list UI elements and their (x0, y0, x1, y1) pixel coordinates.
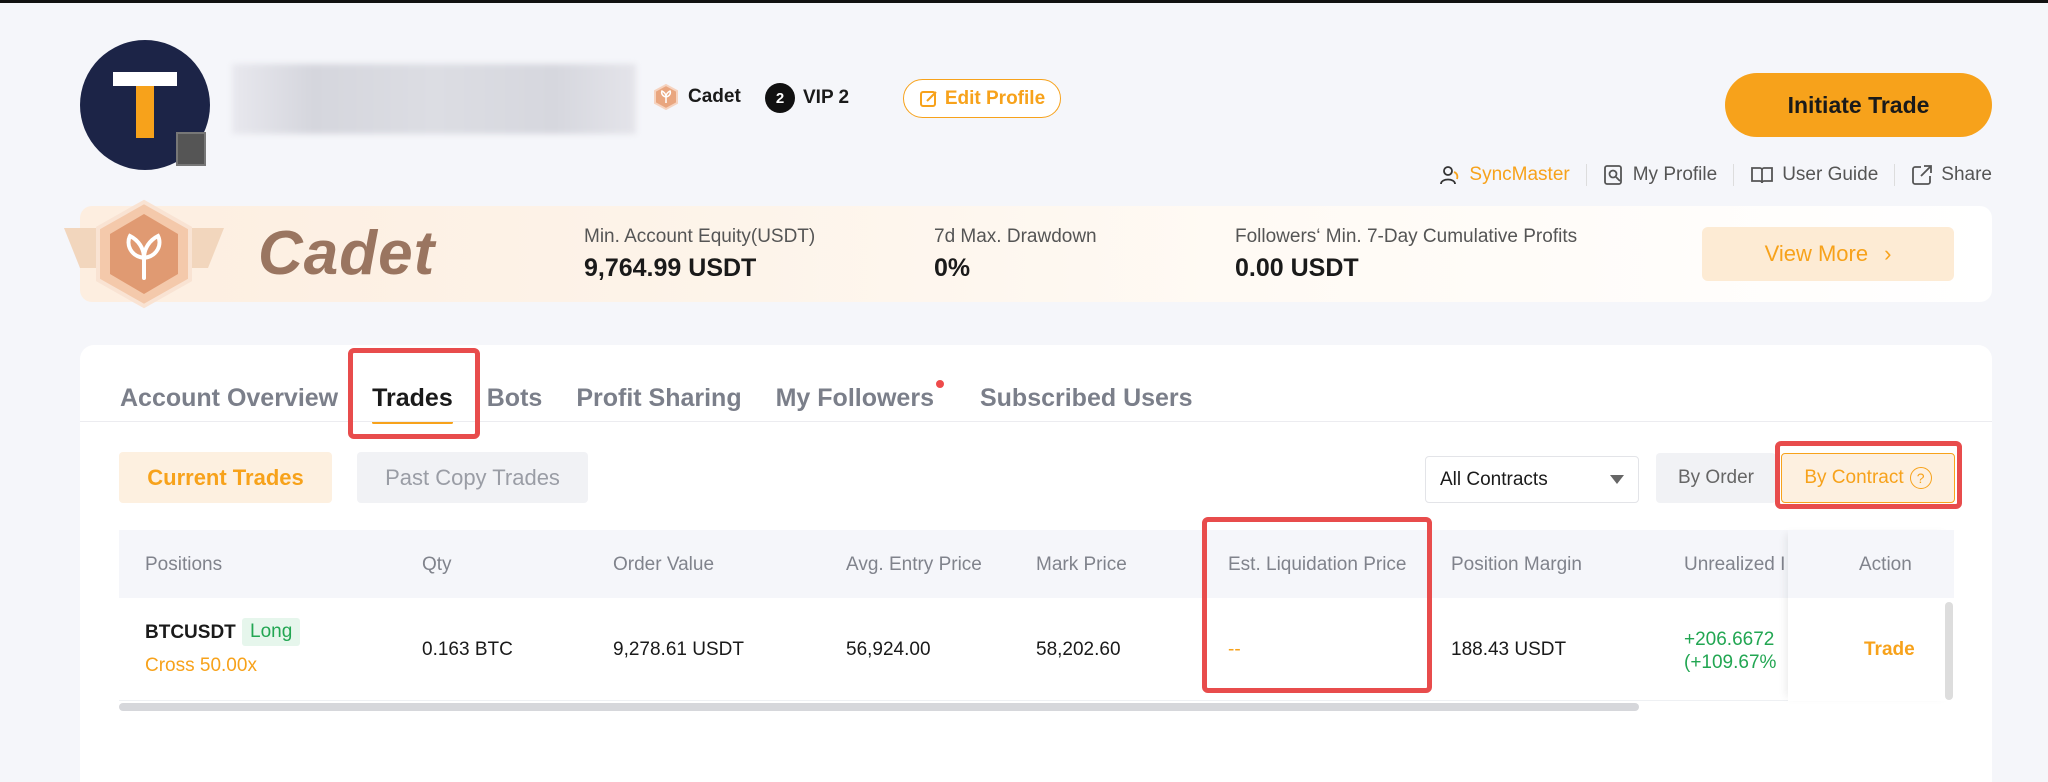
position-symbol[interactable]: BTCUSDT (145, 622, 236, 644)
th-position-margin: Position Margin (1451, 554, 1582, 575)
caret-down-icon (1610, 475, 1624, 484)
stat-max-drawdown: 7d Max. Drawdown 0% (934, 226, 1097, 282)
vip-label: VIP 2 (803, 87, 850, 108)
cadet-emblem-icon (64, 199, 224, 309)
contract-select[interactable]: All Contracts (1425, 456, 1639, 503)
tab-subscribed-users[interactable]: Subscribed Users (980, 384, 1193, 421)
tab-my-followers[interactable]: My Followers (776, 380, 944, 421)
th-mark-price: Mark Price (1036, 554, 1127, 575)
action-column: Action Trade (1788, 530, 1954, 701)
share-icon (1912, 165, 1933, 185)
cell-mark-price: 58,202.60 (1036, 639, 1121, 660)
vip-badge: 2 VIP 2 (765, 83, 849, 113)
username-blurred (232, 64, 636, 134)
rank-label: Cadet (688, 86, 741, 107)
user-guide-link[interactable]: User Guide (1733, 164, 1894, 186)
highlight-liquidation-column (1202, 517, 1432, 693)
profile-search-icon (1603, 165, 1622, 185)
stat-follower-profits: Followers‘ Min. 7-Day Cumulative Profits… (1235, 226, 1578, 282)
th-order-value: Order Value (613, 554, 715, 575)
highlight-trades-tab (348, 348, 480, 439)
margin-mode: Cross 50.00x (145, 655, 257, 676)
tab-bots[interactable]: Bots (487, 384, 543, 421)
cell-avg-entry: 56,924.00 (846, 639, 931, 660)
cadet-icon (654, 83, 678, 111)
share-link[interactable]: Share (1894, 164, 1992, 186)
avatar-badge (176, 132, 206, 166)
vertical-scrollbar[interactable] (1945, 602, 1953, 700)
edit-profile-button[interactable]: Edit Profile (903, 79, 1061, 118)
view-more-button[interactable]: View More › (1702, 227, 1954, 281)
tab-account-overview[interactable]: Account Overview (120, 384, 338, 421)
user-sync-icon (1440, 166, 1459, 185)
book-icon (1751, 167, 1774, 184)
main-tabs: Account Overview Trades Bots Profit Shar… (120, 375, 1193, 424)
stat-min-equity: Min. Account Equity(USDT) 9,764.99 USDT (584, 226, 816, 282)
initiate-trade-button[interactable]: Initiate Trade (1725, 73, 1992, 137)
by-order-button[interactable]: By Order (1656, 453, 1776, 503)
row-divider (119, 700, 1954, 701)
past-copy-trades-tab[interactable]: Past Copy Trades (357, 452, 588, 503)
side-badge: Long (242, 618, 301, 646)
profile-links: SyncMaster My Profile User Guide Share (1423, 164, 1992, 186)
cell-qty: 0.163 BTC (422, 639, 513, 660)
syncmaster-link[interactable]: SyncMaster (1423, 164, 1585, 186)
tab-profit-sharing[interactable]: Profit Sharing (576, 384, 741, 421)
banner-title: Cadet (258, 219, 436, 288)
th-unrealized-pnl: Unrealized I (1684, 554, 1786, 575)
th-action: Action (1859, 554, 1912, 575)
horizontal-scrollbar[interactable] (119, 703, 1639, 711)
trade-button[interactable]: Trade (1864, 639, 1915, 661)
current-trades-tab[interactable]: Current Trades (119, 452, 332, 503)
cell-position-margin: 188.43 USDT (1451, 639, 1567, 660)
cell-order-value: 9,278.61 USDT (613, 639, 744, 660)
th-qty: Qty (422, 554, 452, 575)
th-avg-entry-price: Avg. Entry Price (846, 554, 982, 575)
my-profile-link[interactable]: My Profile (1585, 164, 1733, 186)
window-top-border (0, 0, 2048, 3)
th-positions: Positions (145, 554, 223, 575)
vip-icon: 2 (765, 83, 795, 113)
notification-dot (935, 380, 944, 388)
rank-badge: Cadet (652, 83, 741, 111)
highlight-by-contract (1775, 441, 1962, 509)
chevron-right-icon: › (1884, 241, 1892, 266)
edit-icon (919, 90, 937, 107)
cell-unrealized-pnl: +206.6672 (+109.67% (1684, 629, 1777, 673)
